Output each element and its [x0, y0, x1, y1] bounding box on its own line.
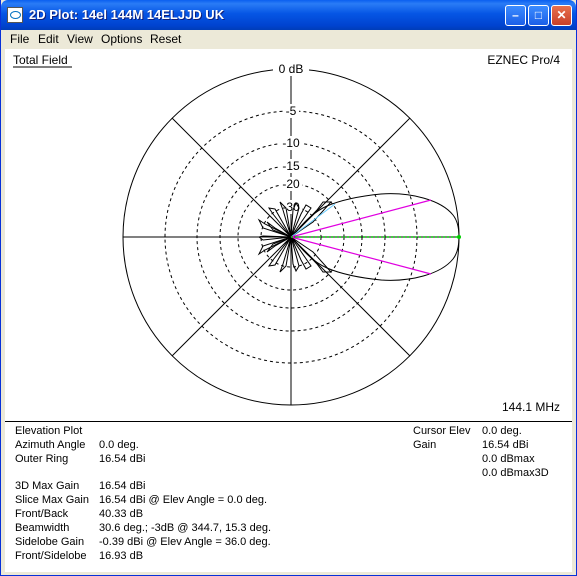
slice-max-value: 16.54 dBi @ Elev Angle = 0.0 deg.: [99, 494, 268, 506]
beamwidth-label: Beamwidth: [15, 522, 70, 534]
cursor-gain-value: 16.54 dBi: [482, 439, 529, 451]
front-sidelobe-label: Front/Sidelobe: [15, 550, 87, 562]
program-label: EZNEC Pro/4: [487, 53, 560, 67]
minimize-button[interactable]: –: [505, 5, 526, 26]
cursor-dbmax3d: 0.0 dBmax3D: [482, 467, 549, 479]
ring-label-5: -5: [286, 104, 297, 118]
beamwidth-value: 30.6 deg.; -3dB @ 344.7, 15.3 deg.: [99, 522, 272, 534]
menu-reset[interactable]: Reset: [150, 32, 181, 46]
polar-plot[interactable]: Total Field EZNEC Pro/4 144.1 MHz 0 dB -…: [5, 49, 572, 421]
minimize-icon: –: [512, 8, 519, 22]
plot-area[interactable]: Total Field EZNEC Pro/4 144.1 MHz 0 dB -…: [5, 49, 572, 422]
sidelobe-gain-label: Sidelobe Gain: [15, 536, 85, 548]
sidelobe-gain-value: -0.39 dBi @ Elev Angle = 36.0 deg.: [99, 536, 271, 548]
window-title: 2D Plot: 14el 144M 14ELJJD UK: [29, 7, 225, 22]
azimuth-value: 0.0 deg.: [99, 439, 139, 451]
ring-label-0db: 0 dB: [279, 62, 304, 76]
ring-label-15: -15: [282, 159, 300, 173]
cursor-dbmax: 0.0 dBmax: [482, 453, 535, 465]
info-panel: Elevation Plot Azimuth Angle 0.0 deg. Ou…: [5, 422, 572, 572]
close-button[interactable]: ✕: [551, 5, 572, 26]
azimuth-label: Azimuth Angle: [15, 439, 86, 451]
app-icon[interactable]: [7, 7, 23, 23]
title-bar[interactable]: 2D Plot: 14el 144M 14ELJJD UK – □ ✕: [1, 0, 576, 30]
max-gain-value: 16.54 dBi: [99, 480, 146, 492]
plot-window: 2D Plot: 14el 144M 14ELJJD UK – □ ✕ File…: [0, 0, 577, 576]
max-gain-label: 3D Max Gain: [15, 480, 80, 492]
menu-edit[interactable]: Edit: [38, 32, 59, 46]
menu-view[interactable]: View: [67, 32, 93, 46]
beamwidth-line-lower: [290, 236, 432, 275]
cursor-point[interactable]: [457, 235, 461, 239]
slice-max-label: Slice Max Gain: [15, 494, 89, 506]
close-icon: ✕: [556, 8, 567, 22]
cursor-gain-label: Gain: [413, 439, 437, 451]
menu-bar: File Edit View Options Reset: [1, 30, 576, 49]
plot-type: Elevation Plot: [15, 425, 83, 437]
maximize-button[interactable]: □: [528, 5, 549, 26]
maximize-icon: □: [534, 8, 543, 22]
menu-file[interactable]: File: [10, 32, 29, 46]
front-sidelobe-value: 16.93 dB: [99, 550, 144, 562]
cursor-elev-value: 0.0 deg.: [482, 425, 522, 437]
menu-options[interactable]: Options: [101, 32, 142, 46]
field-label: Total Field: [13, 53, 68, 67]
beamwidth-line-upper: [290, 199, 432, 238]
outer-ring-value: 16.54 dBi: [99, 453, 146, 465]
ring-label-10: -10: [282, 136, 300, 150]
frequency-label: 144.1 MHz: [502, 400, 560, 414]
front-back-label: Front/Back: [15, 508, 69, 520]
outer-ring-label: Outer Ring: [15, 453, 69, 465]
cursor-elev-label: Cursor Elev: [413, 425, 471, 437]
front-back-value: 40.33 dB: [99, 508, 144, 520]
ring-label-20: -20: [282, 177, 300, 191]
